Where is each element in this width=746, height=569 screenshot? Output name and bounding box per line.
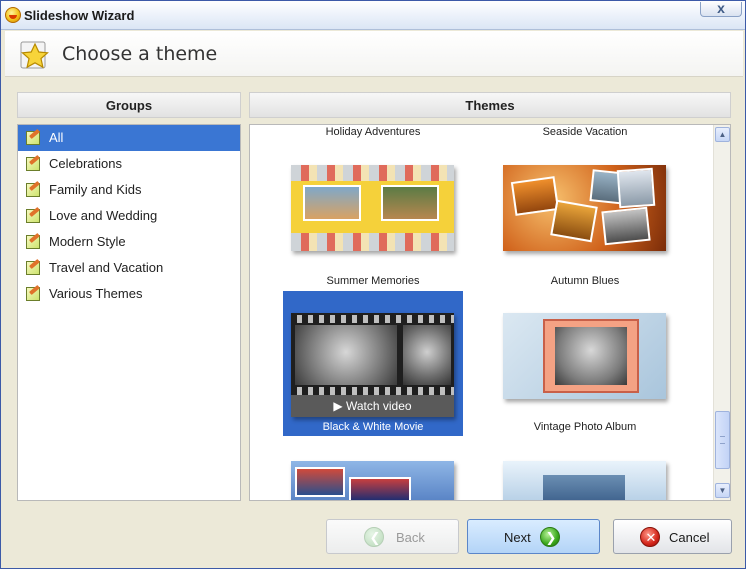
play-icon: ▶ bbox=[333, 399, 343, 413]
theme-caption: Summer Memories bbox=[326, 275, 420, 287]
theme-group-icon bbox=[26, 183, 40, 197]
group-item-all[interactable]: All bbox=[18, 125, 240, 151]
theme-tile-black-white-movie[interactable]: ▶ Watch video Black & White Movie bbox=[283, 291, 463, 436]
theme-group-icon bbox=[26, 287, 40, 301]
themes-scrollbar[interactable]: ▲ ▼ bbox=[713, 125, 730, 500]
group-item-label: Various Themes bbox=[49, 286, 143, 301]
close-button[interactable]: x bbox=[700, 1, 742, 17]
wizard-window: Slideshow Wizard x Choose a theme Groups… bbox=[0, 0, 746, 569]
groups-heading: Groups bbox=[17, 92, 241, 118]
back-arrow-icon: ❮ bbox=[364, 527, 384, 547]
group-item-label: Modern Style bbox=[49, 234, 126, 249]
theme-tile-summer-memories[interactable]: Summer Memories bbox=[283, 143, 463, 288]
group-item-family-and-kids[interactable]: Family and Kids bbox=[18, 177, 240, 203]
theme-group-icon bbox=[26, 235, 40, 249]
theme-thumbnail bbox=[503, 165, 666, 251]
watch-video-label: Watch video bbox=[345, 399, 412, 413]
next-arrow-icon: ❯ bbox=[540, 527, 560, 547]
cancel-button[interactable]: ✕ Cancel bbox=[613, 519, 732, 554]
scroll-up-button[interactable]: ▲ bbox=[715, 127, 730, 142]
wizard-header: Choose a theme bbox=[5, 31, 743, 77]
star-icon bbox=[20, 41, 49, 69]
theme-tile-row3-left[interactable] bbox=[283, 439, 463, 500]
theme-thumbnail bbox=[503, 313, 666, 399]
group-item-travel-and-vacation[interactable]: Travel and Vacation bbox=[18, 255, 240, 281]
next-button[interactable]: Next ❯ bbox=[467, 519, 600, 554]
theme-caption: Seaside Vacation bbox=[542, 126, 628, 138]
group-item-modern-style[interactable]: Modern Style bbox=[18, 229, 240, 255]
theme-thumbnail bbox=[291, 165, 454, 251]
title-bar: Slideshow Wizard x bbox=[1, 1, 745, 30]
theme-caption: Black & White Movie bbox=[322, 421, 424, 433]
theme-thumbnail bbox=[291, 461, 454, 500]
next-button-label: Next bbox=[504, 530, 531, 545]
watch-video-button[interactable]: ▶ Watch video bbox=[291, 395, 454, 417]
theme-group-icon bbox=[26, 261, 40, 275]
theme-tile-autumn-blues[interactable]: Autumn Blues bbox=[495, 143, 675, 288]
group-item-label: All bbox=[49, 130, 64, 145]
back-button-label: Back bbox=[396, 530, 425, 545]
theme-tile-row3-right[interactable] bbox=[495, 439, 675, 500]
theme-group-icon bbox=[26, 131, 40, 145]
groups-list: All Celebrations Family and Kids Love an… bbox=[17, 124, 241, 501]
theme-tile-vintage-photo-album[interactable]: Vintage Photo Album bbox=[495, 291, 675, 436]
group-item-label: Celebrations bbox=[49, 156, 122, 171]
theme-thumbnail: ▶ Watch video bbox=[291, 313, 454, 417]
theme-caption: Holiday Adventures bbox=[325, 126, 421, 138]
group-item-label: Family and Kids bbox=[49, 182, 142, 197]
group-item-label: Travel and Vacation bbox=[49, 260, 164, 275]
group-item-label: Love and Wedding bbox=[49, 208, 158, 223]
cancel-button-label: Cancel bbox=[669, 530, 710, 545]
themes-heading: Themes bbox=[249, 92, 731, 118]
theme-caption: Vintage Photo Album bbox=[533, 421, 637, 433]
themes-grid: Holiday Adventures Seaside Vacation Summ… bbox=[249, 124, 731, 501]
theme-group-icon bbox=[26, 157, 40, 171]
theme-thumbnail bbox=[503, 461, 666, 500]
theme-caption: Autumn Blues bbox=[550, 275, 620, 287]
group-item-celebrations[interactable]: Celebrations bbox=[18, 151, 240, 177]
cancel-icon: ✕ bbox=[640, 527, 660, 547]
app-smiley-icon bbox=[5, 7, 21, 23]
window-title: Slideshow Wizard bbox=[24, 8, 135, 23]
back-button[interactable]: ❮ Back bbox=[326, 519, 459, 554]
scroll-thumb[interactable] bbox=[715, 411, 730, 469]
page-title: Choose a theme bbox=[62, 43, 218, 65]
group-item-various-themes[interactable]: Various Themes bbox=[18, 281, 240, 307]
group-item-love-and-wedding[interactable]: Love and Wedding bbox=[18, 203, 240, 229]
theme-group-icon bbox=[26, 209, 40, 223]
scroll-down-button[interactable]: ▼ bbox=[715, 483, 730, 498]
